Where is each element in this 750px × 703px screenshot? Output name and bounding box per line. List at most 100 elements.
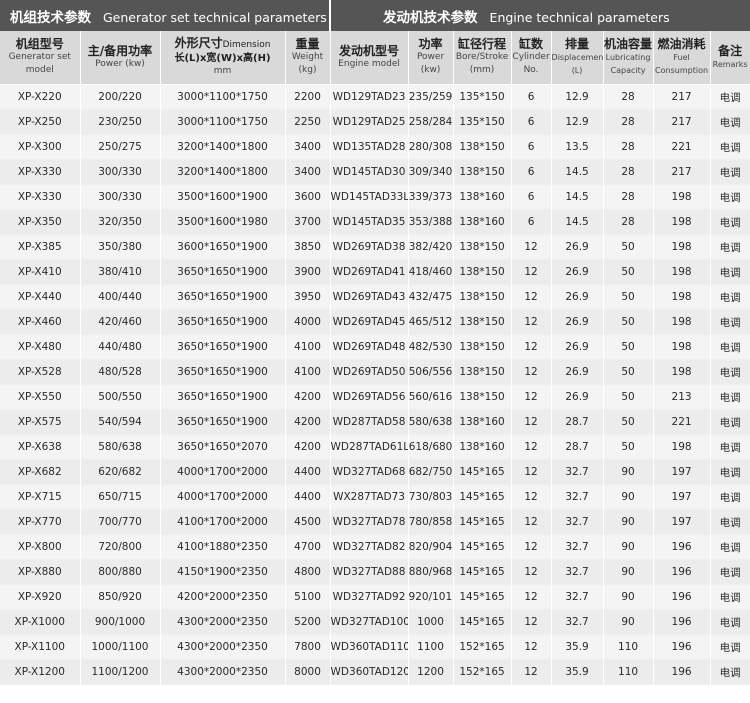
cell-displacement: 26.9 bbox=[551, 259, 604, 285]
cell-bore-stroke: 145*165 bbox=[453, 484, 512, 510]
cell-displacement: 32.7 bbox=[551, 559, 604, 585]
col-header-remarks: 备注 Remarks bbox=[710, 31, 750, 85]
cell-displacement: 26.9 bbox=[551, 309, 604, 335]
cell-power: 300/330 bbox=[80, 184, 161, 210]
col-header-bore-stroke: 缸径行程 Bore/Stroke (mm) bbox=[453, 31, 512, 85]
cell-remarks: 电调 bbox=[710, 559, 750, 585]
cell-cylinder: 12 bbox=[511, 284, 552, 310]
engine-section-title-cn: 发动机技术参数 bbox=[383, 9, 478, 26]
cell-bore-stroke: 145*165 bbox=[453, 609, 512, 635]
cell-dimension: 3650*1650*1900 bbox=[160, 359, 286, 385]
cell-model: XP-X410 bbox=[0, 259, 81, 285]
cell-fuel: 196 bbox=[653, 634, 711, 660]
cell-cylinder: 12 bbox=[511, 259, 552, 285]
cell-engine-power: 258/284 bbox=[408, 109, 454, 135]
table-row: XP-X300 250/275 3200*1400*1800 3400 WD135TAD… bbox=[0, 134, 750, 160]
cell-dimension: 3200*1400*1800 bbox=[160, 159, 286, 185]
cell-engine-model: WD129TAD23 bbox=[330, 84, 409, 110]
cell-weight: 4200 bbox=[285, 384, 331, 410]
cell-displacement: 14.5 bbox=[551, 159, 604, 185]
cell-weight: 4000 bbox=[285, 309, 331, 335]
cell-bore-stroke: 138*150 bbox=[453, 284, 512, 310]
cell-power: 350/380 bbox=[80, 234, 161, 260]
cell-weight: 4400 bbox=[285, 459, 331, 485]
table-row: XP-X638 580/638 3650*1650*2070 4200 WD287TAD… bbox=[0, 434, 750, 460]
cell-bore-stroke: 145*165 bbox=[453, 509, 512, 535]
cell-lubricating: 28 bbox=[603, 209, 654, 235]
cell-engine-power: 820/904 bbox=[408, 534, 454, 560]
col-header-en: Weight (kg) bbox=[291, 52, 324, 75]
cell-engine-model: WD327TAD88 bbox=[330, 559, 409, 585]
cell-displacement: 32.7 bbox=[551, 534, 604, 560]
cell-power: 480/528 bbox=[80, 359, 161, 385]
cell-engine-power: 920/1012 bbox=[408, 584, 454, 610]
col-header-cn: 燃油消耗 bbox=[657, 37, 706, 51]
cell-engine-model: WD287TAD58 bbox=[330, 409, 409, 435]
cell-displacement: 32.7 bbox=[551, 459, 604, 485]
cell-lubricating: 110 bbox=[603, 659, 654, 685]
cell-bore-stroke: 152*165 bbox=[453, 659, 512, 685]
cell-power: 420/460 bbox=[80, 309, 161, 335]
table-row: XP-X575 540/594 3650*1650*1900 4200 WD287TAD… bbox=[0, 409, 750, 435]
cell-lubricating: 50 bbox=[603, 334, 654, 360]
cell-remarks: 电调 bbox=[710, 184, 750, 210]
cell-displacement: 26.9 bbox=[551, 284, 604, 310]
table-row: XP-X920 850/920 4200*2000*2350 5100 WD327TAD… bbox=[0, 584, 750, 610]
cell-remarks: 电调 bbox=[710, 509, 750, 535]
cell-fuel: 217 bbox=[653, 84, 711, 110]
col-header-en: Dimension bbox=[222, 40, 271, 50]
cell-cylinder: 12 bbox=[511, 334, 552, 360]
cell-dimension: 4150*1900*2350 bbox=[160, 559, 286, 585]
cell-fuel: 198 bbox=[653, 209, 711, 235]
cell-displacement: 32.7 bbox=[551, 484, 604, 510]
cell-bore-stroke: 138*150 bbox=[453, 309, 512, 335]
cell-bore-stroke: 145*165 bbox=[453, 459, 512, 485]
table-row: XP-X350 320/350 3500*1600*1980 3700 WD145TAD… bbox=[0, 209, 750, 235]
column-header-row: 机组型号 Generator set model 主/备用功率 Power (kw)… bbox=[0, 31, 750, 85]
cell-remarks: 电调 bbox=[710, 384, 750, 410]
cell-fuel: 221 bbox=[653, 134, 711, 160]
table-row: XP-X250 230/250 3000*1100*1750 2250 WD129TAD… bbox=[0, 109, 750, 135]
cell-engine-model: WD129TAD25 bbox=[330, 109, 409, 135]
cell-dimension: 3000*1100*1750 bbox=[160, 109, 286, 135]
table-row: XP-X682 620/682 4000*1700*2000 4400 WD327TAD… bbox=[0, 459, 750, 485]
cell-power: 440/480 bbox=[80, 334, 161, 360]
cell-cylinder: 12 bbox=[511, 509, 552, 535]
cell-engine-power: 1000 bbox=[408, 609, 454, 635]
cell-weight: 4100 bbox=[285, 359, 331, 385]
col-header-en: Fuel Consumption bbox=[655, 53, 709, 75]
cell-weight: 5200 bbox=[285, 609, 331, 635]
cell-lubricating: 90 bbox=[603, 459, 654, 485]
cell-fuel: 197 bbox=[653, 509, 711, 535]
cell-bore-stroke: 138*160 bbox=[453, 434, 512, 460]
cell-model: XP-X330 bbox=[0, 184, 81, 210]
cell-fuel: 198 bbox=[653, 334, 711, 360]
cell-remarks: 电调 bbox=[710, 659, 750, 685]
cell-engine-power: 339/373 bbox=[408, 184, 454, 210]
cell-model: XP-X300 bbox=[0, 134, 81, 160]
cell-cylinder: 12 bbox=[511, 609, 552, 635]
cell-engine-model: WD327TAD78 bbox=[330, 509, 409, 535]
cell-engine-model: WD269TAD48 bbox=[330, 334, 409, 360]
cell-displacement: 26.9 bbox=[551, 384, 604, 410]
cell-dimension: 4100*1880*2350 bbox=[160, 534, 286, 560]
cell-weight: 4100 bbox=[285, 334, 331, 360]
col-header-en: Bore/Stroke (mm) bbox=[455, 52, 509, 75]
col-header-fuel: 燃油消耗 Fuel Consumption bbox=[653, 31, 711, 85]
col-header-en: Engine model bbox=[338, 58, 400, 69]
cell-remarks: 电调 bbox=[710, 259, 750, 285]
col-header-cn: 机油容量 bbox=[604, 37, 653, 51]
cell-engine-model: WD269TAD38 bbox=[330, 234, 409, 260]
cell-weight: 5100 bbox=[285, 584, 331, 610]
col-header-model: 机组型号 Generator set model bbox=[0, 31, 81, 85]
cell-remarks: 电调 bbox=[710, 584, 750, 610]
cell-lubricating: 50 bbox=[603, 259, 654, 285]
table-row: XP-X385 350/380 3600*1650*1900 3850 WD269TAD… bbox=[0, 234, 750, 260]
cell-engine-power: 730/803 bbox=[408, 484, 454, 510]
col-header-weight: 重量 Weight (kg) bbox=[285, 31, 331, 85]
cell-displacement: 12.9 bbox=[551, 84, 604, 110]
cell-cylinder: 12 bbox=[511, 409, 552, 435]
cell-weight: 4500 bbox=[285, 509, 331, 535]
cell-dimension: 4300*2000*2350 bbox=[160, 634, 286, 660]
cell-engine-power: 682/750 bbox=[408, 459, 454, 485]
